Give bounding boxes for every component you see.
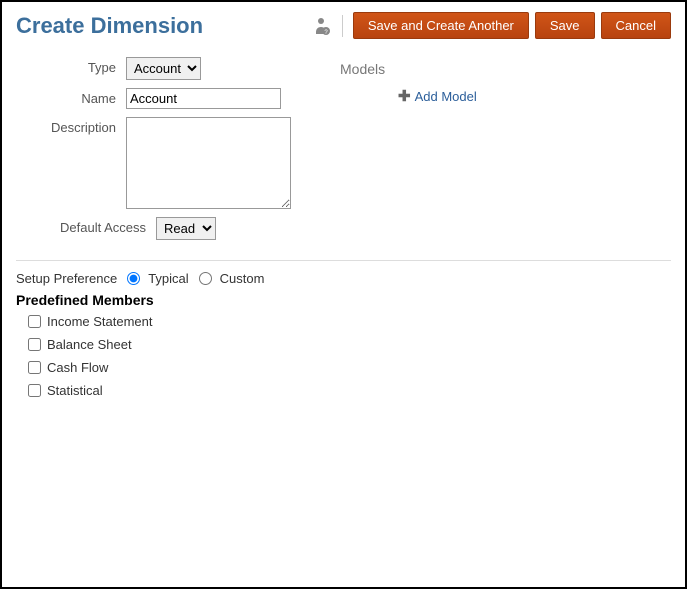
- custom-radio[interactable]: [199, 272, 212, 285]
- divider: [16, 260, 671, 261]
- plus-icon: ✚: [398, 87, 411, 105]
- balance-sheet-label: Balance Sheet: [47, 337, 132, 352]
- name-input[interactable]: [126, 88, 281, 109]
- form-column: Type Account Name Description Default Ac…: [16, 57, 316, 248]
- action-buttons: Save and Create Another Save Cancel: [353, 12, 671, 39]
- cash-flow-checkbox[interactable]: [28, 361, 41, 374]
- name-label: Name: [16, 88, 126, 106]
- typical-label: Typical: [148, 271, 188, 286]
- user-help-icon[interactable]: ?: [314, 17, 330, 35]
- cash-flow-label: Cash Flow: [47, 360, 108, 375]
- type-label: Type: [16, 57, 126, 75]
- cancel-button[interactable]: Cancel: [601, 12, 671, 39]
- balance-sheet-checkbox[interactable]: [28, 338, 41, 351]
- income-statement-checkbox[interactable]: [28, 315, 41, 328]
- type-select[interactable]: Account: [126, 57, 201, 80]
- custom-label: Custom: [220, 271, 265, 286]
- income-statement-label: Income Statement: [47, 314, 153, 329]
- description-textarea[interactable]: [126, 117, 291, 209]
- create-dimension-dialog: Create Dimension ? Save and Create Anoth…: [0, 0, 687, 589]
- page-title: Create Dimension: [16, 13, 203, 39]
- description-label: Description: [16, 117, 126, 135]
- content-area: Type Account Name Description Default Ac…: [16, 57, 671, 248]
- models-column: Models ✚ Add Model: [340, 57, 671, 248]
- separator: [342, 15, 343, 37]
- save-and-create-another-button[interactable]: Save and Create Another: [353, 12, 529, 39]
- header: Create Dimension ? Save and Create Anoth…: [16, 12, 671, 39]
- default-access-select[interactable]: Read: [156, 217, 216, 240]
- predefined-members-title: Predefined Members: [16, 292, 671, 308]
- add-model-text: Add Model: [415, 89, 477, 104]
- save-button[interactable]: Save: [535, 12, 595, 39]
- statistical-label: Statistical: [47, 383, 103, 398]
- setup-preference-row: Setup Preference Typical Custom: [16, 271, 671, 286]
- models-label: Models: [340, 61, 671, 77]
- typical-radio[interactable]: [127, 272, 140, 285]
- default-access-label: Default Access: [16, 217, 156, 235]
- statistical-checkbox[interactable]: [28, 384, 41, 397]
- add-model-link[interactable]: ✚ Add Model: [398, 87, 671, 105]
- setup-preference-label: Setup Preference: [16, 271, 117, 286]
